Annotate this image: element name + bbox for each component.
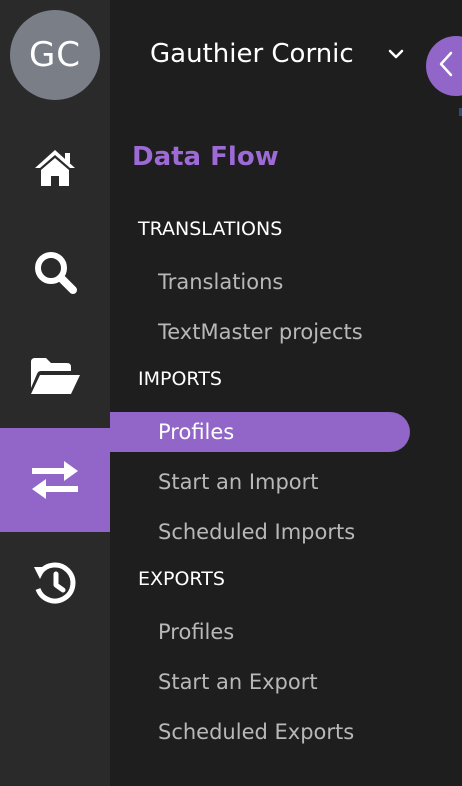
- user-name: Gauthier Cornic: [150, 39, 354, 69]
- search-icon: [32, 249, 78, 295]
- nav-item-export-profiles[interactable]: Profiles: [110, 612, 410, 652]
- rail-item-history[interactable]: [0, 532, 110, 636]
- home-icon: [34, 148, 76, 188]
- history-icon: [32, 561, 78, 607]
- folder-open-icon: [29, 356, 81, 396]
- rail-item-data-flow[interactable]: [0, 428, 110, 532]
- chevron-left-icon: [438, 51, 454, 82]
- nav-item-scheduled-imports[interactable]: Scheduled Imports: [110, 512, 410, 552]
- rail-item-folders[interactable]: [0, 324, 110, 428]
- avatar-initials: GC: [28, 35, 82, 75]
- chevron-down-icon: [388, 49, 404, 60]
- exchange-arrows-icon: [30, 459, 80, 501]
- group-heading-imports: IMPORTS: [138, 368, 222, 390]
- nav-item-start-import[interactable]: Start an Import: [110, 462, 410, 502]
- nav-item-start-export[interactable]: Start an Export: [110, 662, 410, 702]
- rail-item-home[interactable]: [0, 116, 110, 220]
- icon-rail: GC: [0, 0, 110, 786]
- group-heading-translations: TRANSLATIONS: [138, 218, 283, 240]
- nav-item-import-profiles[interactable]: Profiles: [110, 412, 410, 452]
- avatar[interactable]: GC: [10, 10, 100, 100]
- group-heading-exports: EXPORTS: [138, 568, 225, 590]
- app: GC Gauthier Cornic Data Flow TRANSLATION…: [0, 0, 462, 786]
- nav-item-translations[interactable]: Translations: [110, 262, 410, 302]
- user-menu[interactable]: Gauthier Cornic: [150, 34, 404, 74]
- nav-item-textmaster-projects[interactable]: TextMaster projects: [110, 312, 410, 352]
- section-title: Data Flow: [132, 142, 279, 172]
- rail-item-search[interactable]: [0, 220, 110, 324]
- nav-item-scheduled-exports[interactable]: Scheduled Exports: [110, 712, 410, 752]
